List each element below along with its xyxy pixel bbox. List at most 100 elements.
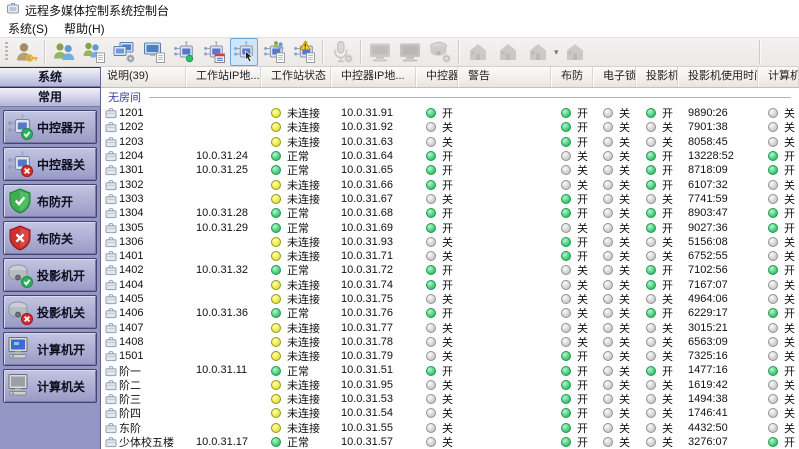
- controller-monitor-button[interactable]: [230, 38, 258, 66]
- room-icon: [105, 365, 117, 377]
- table-row[interactable]: 1306 未连接 10.0.31.93 关 开 关 关 5156:08 关: [101, 235, 799, 249]
- controller-ip: 10.0.31.68: [341, 207, 393, 220]
- sidebar-button-projector-on[interactable]: 投影机开: [3, 258, 97, 292]
- sidebar-button-computer-off[interactable]: 计算机关: [3, 369, 97, 403]
- menu-system[interactable]: 系统(S): [0, 20, 56, 37]
- table-row[interactable]: 1202 未连接 10.0.31.92 关 开 关 关 7901:38 关: [101, 120, 799, 134]
- room-icon: [105, 150, 117, 162]
- status-dot: [426, 294, 436, 305]
- table-row[interactable]: 1405 未连接 10.0.31.75 关 关 关 关 4964:06 关: [101, 292, 799, 306]
- table-header: 说明(39) 工作站IP地... 工作站状态 中控器IP地... 中控器 警告 布防 电子锁投…: [101, 67, 799, 88]
- controller-users-report-button[interactable]: [260, 38, 288, 66]
- table-row[interactable]: 1406 10.0.31.36 正常 10.0.31.76 开 关 关 开 62…: [101, 306, 799, 320]
- table-row[interactable]: 1303 未连接 10.0.31.67 关 开 关 关 7741:59 关: [101, 192, 799, 206]
- table-row[interactable]: 阶二 未连接 10.0.31.95 关 开 关 关 1619:42 关: [101, 378, 799, 392]
- sidebar-button-arm-off[interactable]: 布防关: [3, 221, 97, 255]
- table-row[interactable]: 1305 10.0.31.29 正常 10.0.31.69 开 关 关 开 90…: [101, 220, 799, 235]
- table-row[interactable]: 东阶 未连接 10.0.31.55 关 开 关 关 4432:50 关: [101, 421, 799, 435]
- table-row[interactable]: 1201 未连接 10.0.31.91 开 开 关 开 9890:26 关: [101, 106, 799, 120]
- status-dot: [768, 279, 778, 290]
- column-header[interactable]: 中控器: [416, 67, 458, 87]
- controller-ip: 10.0.31.53: [341, 393, 393, 406]
- status-dot: [603, 208, 613, 219]
- sidebar-button-controller-off[interactable]: 中控器关: [3, 147, 97, 181]
- status-dot: [646, 193, 656, 204]
- projector-time: 5156:08: [688, 235, 728, 248]
- status-dot: [603, 193, 613, 204]
- controller-ip: 10.0.31.92: [341, 121, 393, 134]
- controller-alert-report-button[interactable]: [290, 38, 318, 66]
- status-dot: [768, 336, 778, 347]
- toolbar-gripper[interactable]: [5, 42, 8, 62]
- table-row[interactable]: 1408 未连接 10.0.31.78 关 关 关 关 6563:09 关: [101, 335, 799, 349]
- projector-time: 3276:07: [688, 435, 728, 448]
- controller-schedule-button[interactable]: [200, 38, 228, 66]
- user-report-button[interactable]: [80, 38, 108, 66]
- toolbar-separator: [360, 40, 362, 64]
- table-row[interactable]: 少体校五楼 10.0.31.17 正常 10.0.31.57 关 开 关 关 3…: [101, 435, 799, 449]
- status-dot: [271, 365, 281, 376]
- controller-ip: 10.0.31.51: [341, 364, 393, 377]
- controller-status-button[interactable]: [170, 38, 198, 66]
- table-row[interactable]: 阶四 未连接 10.0.31.54 关 开 关 关 1746:41 关: [101, 406, 799, 420]
- table-rows: 1201 未连接 10.0.31.91 开 开 关 开 9890:26 关 12…: [101, 106, 799, 449]
- status-dot: [646, 108, 656, 119]
- table-row[interactable]: 1401 未连接 10.0.31.71 关 开 关 关 6752:55 关: [101, 249, 799, 263]
- sidebar-group-system[interactable]: 系统: [0, 67, 100, 87]
- column-header[interactable]: 说明(39): [101, 67, 186, 87]
- sidebar-button-controller-on[interactable]: 中控器开: [3, 110, 97, 144]
- controller-ip: 10.0.31.77: [341, 321, 393, 334]
- controller-ip: 10.0.31.57: [341, 435, 393, 448]
- column-header[interactable]: 计算机: [758, 67, 799, 87]
- table-row[interactable]: 1407 未连接 10.0.31.77 关 关 关 关 3015:21 关: [101, 320, 799, 335]
- workstation-report-button[interactable]: [140, 38, 168, 66]
- controller-ip: 10.0.31.55: [341, 421, 393, 434]
- status-dot: [768, 151, 778, 162]
- sidebar-button-projector-off[interactable]: 投影机关: [3, 295, 97, 329]
- table-row[interactable]: 1402 10.0.31.32 正常 10.0.31.72 开 关 关 开 71…: [101, 263, 799, 277]
- status-dot: [271, 179, 281, 190]
- table-row[interactable]: 1203 未连接 10.0.31.63 关 开 关 关 8058:45 关: [101, 135, 799, 149]
- table-row[interactable]: 1501 未连接 10.0.31.79 关 开 关 关 7325:16 关: [101, 349, 799, 363]
- status-dot: [271, 265, 281, 276]
- sidebar-button-label: 计算机开: [37, 342, 86, 357]
- table-row[interactable]: 阶三 未连接 10.0.31.53 关 开 关 关 1494:38 关: [101, 392, 799, 406]
- app-window: 远程多媒体控制系统控制台 系统(S) 帮助(H) ▾ 系统 常用 中控器开 中控…: [0, 0, 799, 449]
- column-header[interactable]: 工作站状态: [261, 67, 331, 87]
- sidebar-button-computer-on[interactable]: 计算机开: [3, 332, 97, 366]
- workstation-settings-button[interactable]: [110, 38, 138, 66]
- user-manage-button[interactable]: [50, 38, 78, 66]
- status-dot: [271, 193, 281, 204]
- table-row[interactable]: 1301 10.0.31.25 正常 10.0.31.65 开 关 关 开 87…: [101, 163, 799, 177]
- status-dot: [768, 136, 778, 147]
- controller-ip: 10.0.31.69: [341, 221, 393, 234]
- column-header[interactable]: 投影机: [636, 67, 678, 87]
- table-row[interactable]: 1302 未连接 10.0.31.66 开 关 关 开 6107:32 关: [101, 177, 799, 192]
- dropdown-caret-icon[interactable]: ▾: [554, 47, 559, 58]
- column-header[interactable]: 中控器IP地...: [331, 67, 416, 87]
- projector-time: 8058:45: [688, 135, 728, 148]
- room-icon: [105, 179, 117, 191]
- sidebar-group-common[interactable]: 常用: [0, 87, 100, 107]
- column-header[interactable]: 电子锁: [593, 67, 636, 87]
- column-header[interactable]: 投影机使用时间: [678, 67, 758, 87]
- status-dot: [271, 151, 281, 162]
- table-row[interactable]: 1304 10.0.31.28 正常 10.0.31.68 开 开 关 开 89…: [101, 206, 799, 220]
- column-header[interactable]: 布防: [551, 67, 593, 87]
- status-dot: [561, 422, 571, 433]
- table-row[interactable]: 1204 10.0.31.24 正常 10.0.31.64 开 关 关 开 13…: [101, 149, 799, 163]
- table-row[interactable]: 阶一 10.0.31.11 正常 10.0.31.51 开 开 关 开 1477…: [101, 363, 799, 378]
- sidebar-button-arm-on[interactable]: 布防开: [3, 184, 97, 218]
- table-row[interactable]: 1404 未连接 10.0.31.74 开 关 关 开 7167:07 关: [101, 278, 799, 292]
- status-dot: [768, 108, 778, 119]
- shield-on-icon: [6, 187, 34, 215]
- status-dot: [561, 394, 571, 405]
- menu-help[interactable]: 帮助(H): [56, 20, 113, 37]
- column-header[interactable]: 警告: [458, 67, 551, 87]
- column-header[interactable]: 工作站IP地...: [186, 67, 261, 87]
- sidebar-button-label: 投影机关: [37, 305, 86, 320]
- room-name: 1302: [119, 178, 144, 191]
- status-dot: [603, 394, 613, 405]
- user-permissions-button[interactable]: [12, 38, 40, 66]
- status-dot: [646, 336, 656, 347]
